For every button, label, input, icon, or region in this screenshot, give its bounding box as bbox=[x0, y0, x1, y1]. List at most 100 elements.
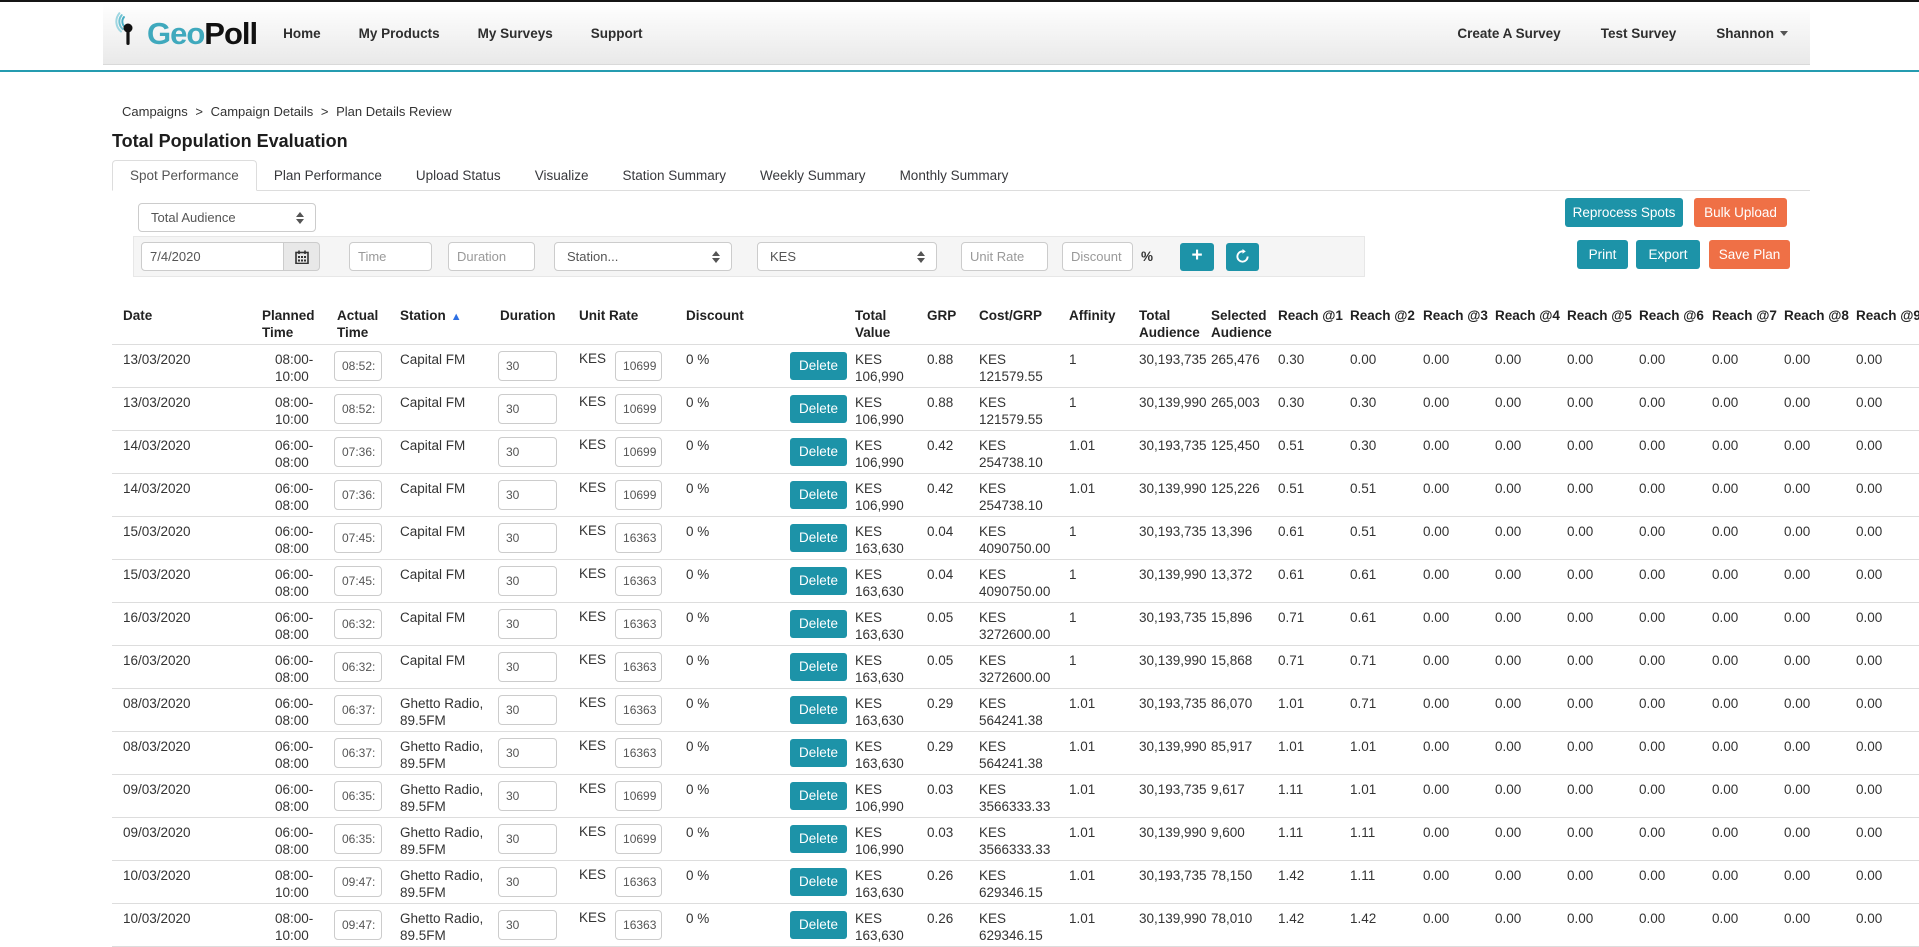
save-plan-button[interactable]: Save Plan bbox=[1709, 240, 1790, 269]
cell-affinity: 1.01 bbox=[1058, 774, 1128, 817]
refresh-button[interactable] bbox=[1226, 243, 1259, 271]
duration-input[interactable] bbox=[498, 480, 557, 510]
actual-time-input[interactable] bbox=[334, 437, 382, 467]
breadcrumb-plan-details-review[interactable]: Plan Details Review bbox=[336, 104, 452, 119]
print-button[interactable]: Print bbox=[1577, 240, 1628, 269]
delete-button[interactable]: Delete bbox=[790, 739, 847, 767]
column-header-station[interactable]: Station▲ bbox=[389, 300, 489, 344]
actual-time-input[interactable] bbox=[334, 351, 382, 381]
actual-time-input[interactable] bbox=[334, 523, 382, 553]
delete-button[interactable]: Delete bbox=[790, 567, 847, 595]
export-button[interactable]: Export bbox=[1636, 240, 1700, 269]
unit-rate-input[interactable] bbox=[615, 867, 662, 897]
unit-rate-input[interactable] bbox=[615, 781, 662, 811]
cell-grp: 0.42 bbox=[916, 473, 968, 516]
actual-time-input[interactable] bbox=[334, 738, 382, 768]
delete-button[interactable]: Delete bbox=[790, 825, 847, 853]
duration-input[interactable] bbox=[498, 437, 557, 467]
actual-time-input[interactable] bbox=[334, 781, 382, 811]
unit-rate-input[interactable] bbox=[615, 523, 662, 553]
tab-plan-performance[interactable]: Plan Performance bbox=[257, 161, 399, 191]
bulk-upload-button[interactable]: Bulk Upload bbox=[1694, 198, 1787, 227]
delete-button[interactable]: Delete bbox=[790, 868, 847, 896]
delete-button[interactable]: Delete bbox=[790, 610, 847, 638]
actual-time-input[interactable] bbox=[334, 695, 382, 725]
duration-input[interactable] bbox=[498, 652, 557, 682]
breadcrumb-campaign-details[interactable]: Campaign Details bbox=[211, 104, 314, 119]
duration-input[interactable] bbox=[498, 523, 557, 553]
unit-rate-input-filter[interactable] bbox=[961, 242, 1048, 271]
nav-home[interactable]: Home bbox=[283, 26, 321, 41]
unit-rate-input[interactable] bbox=[615, 738, 662, 768]
cell-date: 08/03/2020 bbox=[112, 688, 251, 731]
duration-input[interactable] bbox=[498, 781, 557, 811]
unit-rate-input[interactable] bbox=[615, 652, 662, 682]
unit-rate-input[interactable] bbox=[615, 437, 662, 467]
unit-rate-input[interactable] bbox=[615, 394, 662, 424]
duration-input[interactable] bbox=[498, 867, 557, 897]
unit-rate-input[interactable] bbox=[615, 351, 662, 381]
unit-rate-input[interactable] bbox=[615, 910, 662, 940]
delete-button[interactable]: Delete bbox=[790, 782, 847, 810]
delete-button[interactable]: Delete bbox=[790, 653, 847, 681]
unit-rate-input[interactable] bbox=[615, 566, 662, 596]
actual-time-input[interactable] bbox=[334, 910, 382, 940]
duration-input[interactable] bbox=[498, 351, 557, 381]
delete-button[interactable]: Delete bbox=[790, 352, 847, 380]
duration-input[interactable] bbox=[498, 609, 557, 639]
tab-visualize[interactable]: Visualize bbox=[518, 161, 606, 191]
cell-reach-5: 0.00 bbox=[1556, 559, 1628, 602]
nav-support[interactable]: Support bbox=[591, 26, 643, 41]
duration-input[interactable] bbox=[498, 910, 557, 940]
duration-input[interactable] bbox=[498, 824, 557, 854]
audience-select[interactable]: Total Audience bbox=[138, 203, 316, 232]
delete-button[interactable]: Delete bbox=[790, 696, 847, 724]
discount-input-filter[interactable] bbox=[1062, 242, 1133, 271]
tab-monthly-summary[interactable]: Monthly Summary bbox=[883, 161, 1026, 191]
time-input[interactable] bbox=[349, 242, 432, 271]
nav-my-products[interactable]: My Products bbox=[359, 26, 440, 41]
calendar-button[interactable] bbox=[284, 242, 320, 271]
delete-button[interactable]: Delete bbox=[790, 481, 847, 509]
actual-time-input[interactable] bbox=[334, 480, 382, 510]
geopoll-logo[interactable]: GeoPoll bbox=[111, 12, 257, 55]
unit-rate-input[interactable] bbox=[615, 480, 662, 510]
column-header-total-audience: Total Audience bbox=[1128, 300, 1200, 344]
actual-time-input[interactable] bbox=[334, 394, 382, 424]
actual-time-input[interactable] bbox=[334, 867, 382, 897]
tab-station-summary[interactable]: Station Summary bbox=[605, 161, 743, 191]
tab-upload-status[interactable]: Upload Status bbox=[399, 161, 518, 191]
duration-input[interactable] bbox=[498, 394, 557, 424]
actual-time-input[interactable] bbox=[334, 566, 382, 596]
actual-time-input[interactable] bbox=[334, 609, 382, 639]
duration-input-filter[interactable] bbox=[448, 242, 535, 271]
delete-button[interactable]: Delete bbox=[790, 911, 847, 939]
cell-reach-9: 0.00 bbox=[1845, 860, 1919, 903]
unit-rate-input[interactable] bbox=[615, 824, 662, 854]
cell-cost_grp: KES 121579.55 bbox=[968, 387, 1058, 430]
tab-spot-performance[interactable]: Spot Performance bbox=[112, 160, 257, 192]
reprocess-spots-button[interactable]: Reprocess Spots bbox=[1565, 198, 1683, 227]
tab-weekly-summary[interactable]: Weekly Summary bbox=[743, 161, 883, 191]
nav-test-survey[interactable]: Test Survey bbox=[1601, 26, 1677, 41]
actual-time-input[interactable] bbox=[334, 652, 382, 682]
actual-time-input[interactable] bbox=[334, 824, 382, 854]
cell-unit_rate: KES bbox=[568, 473, 675, 516]
cell-duration bbox=[489, 387, 568, 430]
currency-select[interactable]: KES bbox=[757, 242, 937, 271]
nav-create-a-survey[interactable]: Create A Survey bbox=[1457, 26, 1560, 41]
delete-button[interactable]: Delete bbox=[790, 438, 847, 466]
delete-button[interactable]: Delete bbox=[790, 395, 847, 423]
date-input[interactable] bbox=[141, 242, 284, 271]
duration-input[interactable] bbox=[498, 738, 557, 768]
delete-button[interactable]: Delete bbox=[790, 524, 847, 552]
duration-input[interactable] bbox=[498, 695, 557, 725]
station-select[interactable]: Station... bbox=[554, 242, 732, 271]
nav-my-surveys[interactable]: My Surveys bbox=[478, 26, 553, 41]
duration-input[interactable] bbox=[498, 566, 557, 596]
breadcrumb-campaigns[interactable]: Campaigns bbox=[122, 104, 188, 119]
unit-rate-input[interactable] bbox=[615, 609, 662, 639]
user-menu[interactable]: Shannon bbox=[1716, 26, 1788, 41]
unit-rate-input[interactable] bbox=[615, 695, 662, 725]
add-spot-button[interactable]: + bbox=[1180, 243, 1214, 271]
